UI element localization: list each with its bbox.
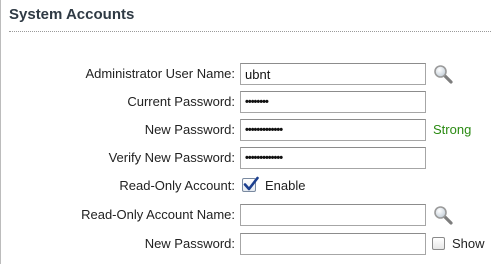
current-password-input[interactable]: [240, 91, 426, 113]
show-password-checkbox[interactable]: [432, 237, 445, 250]
verify-password-label: Verify New Password:: [108, 150, 235, 165]
row-admin-user: Administrator User Name:: [1, 63, 493, 87]
row-new-password: New Password: Strong: [1, 119, 493, 143]
row-readonly-name: Read-Only Account Name:: [1, 204, 493, 228]
readonly-name-label: Read-Only Account Name:: [81, 207, 235, 222]
row-current-password: Current Password:: [1, 91, 493, 115]
current-password-label: Current Password:: [127, 94, 235, 109]
admin-user-label: Administrator User Name:: [85, 66, 235, 81]
show-password-label[interactable]: Show: [452, 236, 485, 251]
row-readonly-password: New Password: Show: [1, 233, 493, 257]
title-divider: [9, 31, 491, 32]
readonly-enable-checkbox[interactable]: [242, 176, 259, 192]
magnifier-icon[interactable]: [432, 204, 454, 226]
magnifier-icon[interactable]: [432, 63, 454, 85]
readonly-password-label: New Password:: [144, 236, 235, 251]
readonly-password-input[interactable]: [240, 233, 426, 255]
new-password-label: New Password:: [144, 122, 235, 137]
verify-password-input[interactable]: [240, 147, 426, 169]
panel-title: System Accounts: [9, 6, 135, 23]
system-accounts-panel: System Accounts Administrator User Name:…: [0, 0, 493, 264]
readonly-name-input[interactable]: [240, 204, 426, 226]
readonly-account-label: Read-Only Account:: [119, 178, 235, 193]
row-verify-password: Verify New Password:: [1, 147, 493, 171]
admin-user-input[interactable]: [240, 63, 426, 85]
checkmark-icon: [243, 176, 259, 191]
password-strength-indicator: Strong: [433, 122, 472, 137]
row-readonly-account: Read-Only Account: Enable: [1, 175, 493, 199]
readonly-enable-label[interactable]: Enable: [265, 178, 305, 193]
new-password-input[interactable]: [240, 119, 426, 141]
